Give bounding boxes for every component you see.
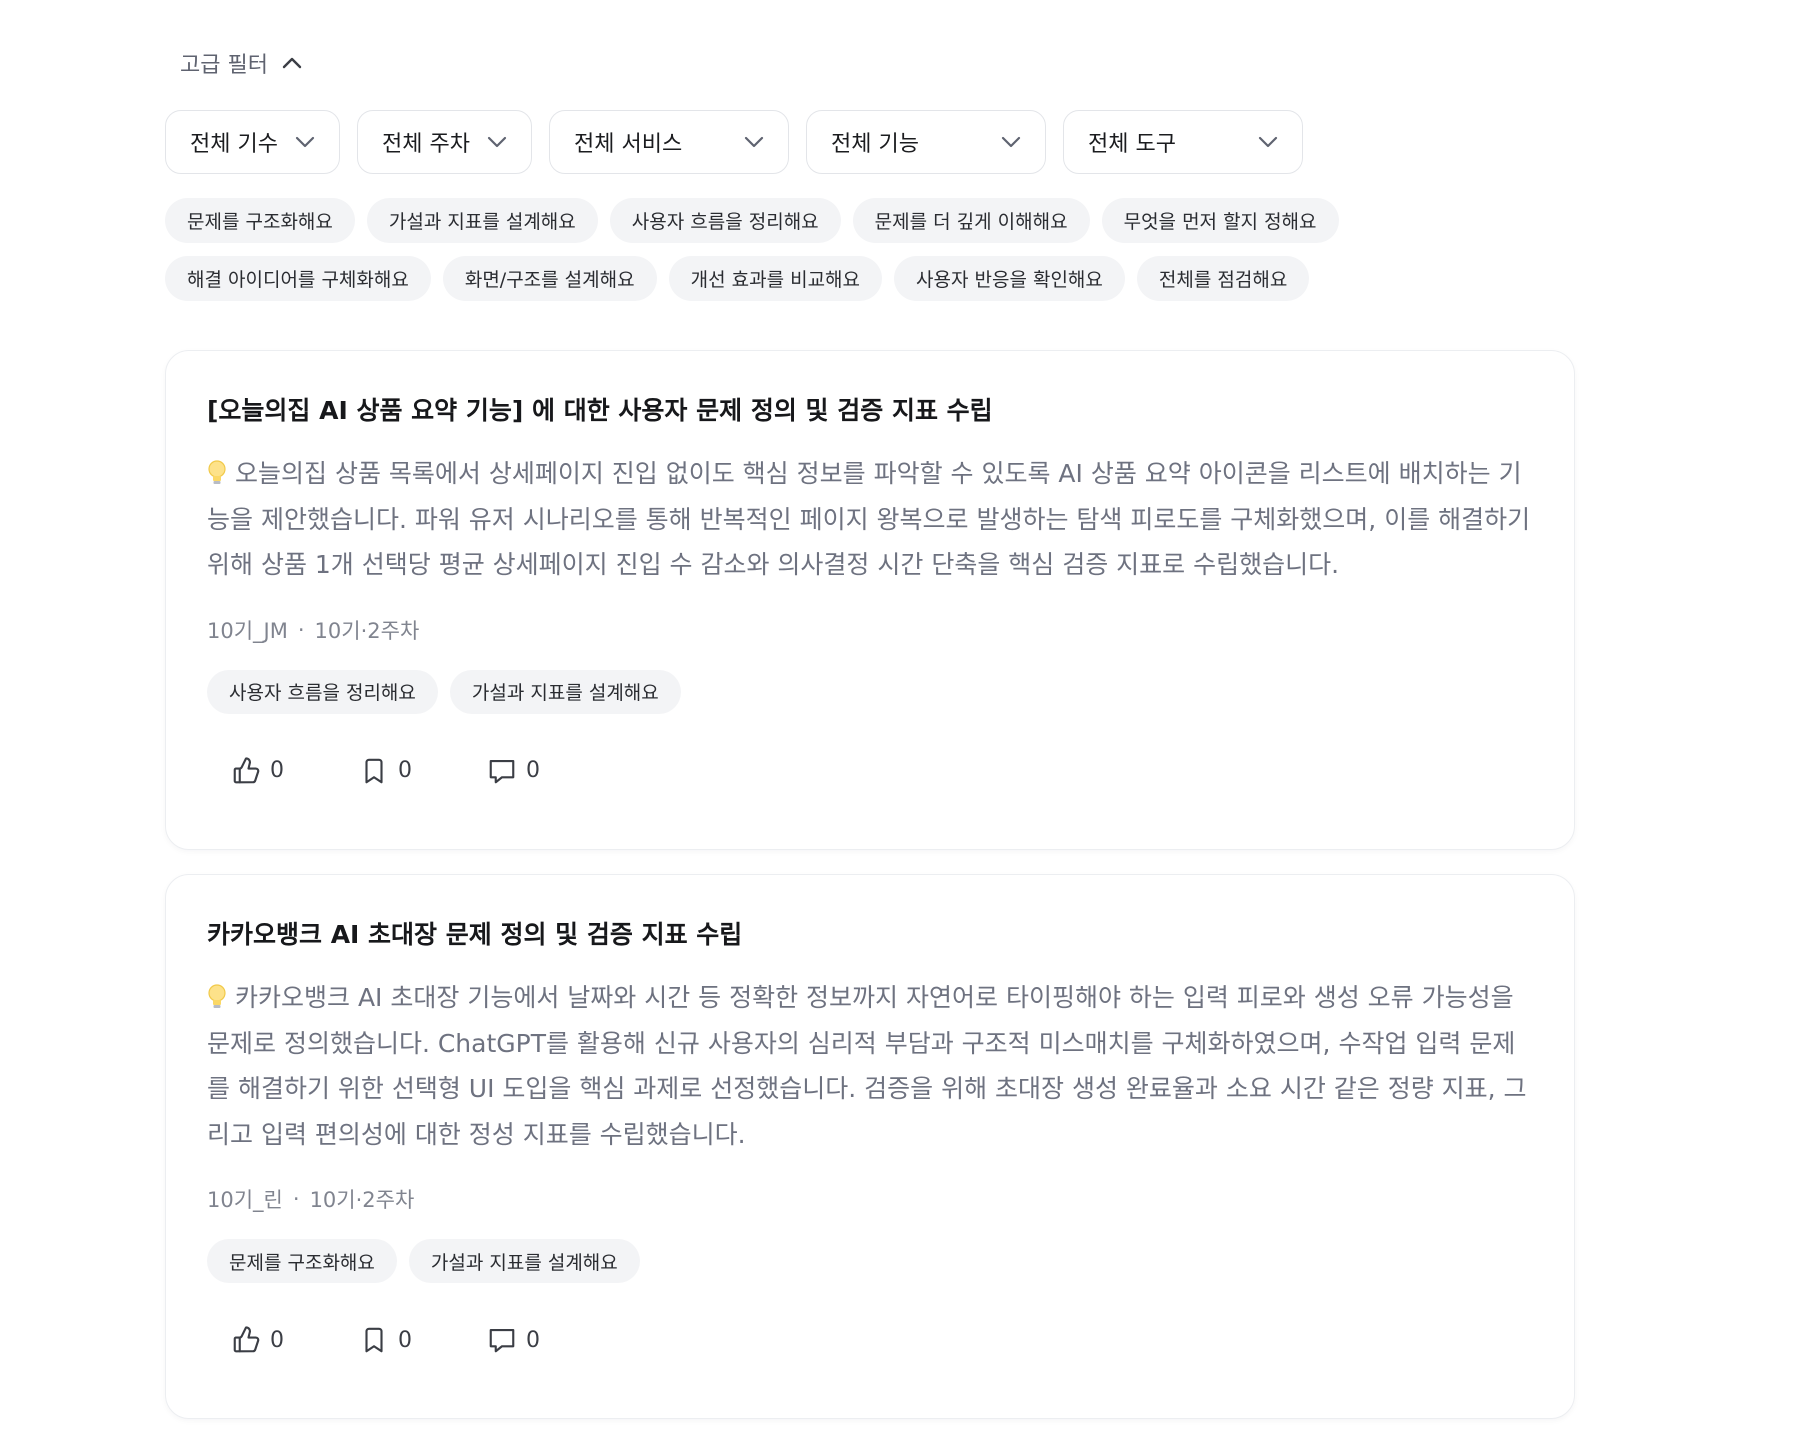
like-count: 0	[270, 758, 284, 783]
like-count: 0	[270, 1327, 284, 1353]
tag-filter-chip[interactable]: 화면/구조를 설계해요	[442, 256, 657, 301]
chevron-down-icon	[1258, 136, 1278, 148]
tag-filter-chips: 문제를 구조화해요 가설과 지표를 설계해요 사용자 흐름을 정리해요 문제를 …	[165, 198, 1575, 301]
comment-count: 0	[526, 758, 540, 783]
tag-filter-chip[interactable]: 문제를 구조화해요	[165, 198, 355, 243]
dropdown-label: 전체 도구	[1088, 132, 1176, 157]
cohort-dropdown[interactable]: 전체 기수	[165, 110, 340, 174]
bookmark-button[interactable]: 0	[335, 756, 463, 786]
feature-dropdown[interactable]: 전체 기능	[806, 110, 1046, 174]
advanced-filter-label: 고급 필터	[180, 53, 268, 78]
dropdown-label: 전체 주차	[382, 132, 470, 157]
filter-section: 고급 필터 전체 기수 전체 주차 전체 서비스 전체 기능 전체 도구 문제를…	[165, 44, 1575, 314]
tag-filter-row: 문제를 구조화해요 가설과 지표를 설계해요 사용자 흐름을 정리해요 문제를 …	[165, 198, 1575, 243]
chevron-down-icon	[487, 136, 507, 148]
post-tag[interactable]: 가설과 지표를 설계해요	[408, 1239, 640, 1283]
post-tags: 사용자 흐름을 정리해요 가설과 지표를 설계해요	[207, 669, 1533, 714]
comment-button[interactable]: 0	[463, 756, 591, 786]
chevron-down-icon	[1001, 136, 1021, 148]
like-button[interactable]: 0	[207, 1325, 335, 1355]
chevron-up-icon	[282, 57, 302, 69]
post-week: 10기·2주차	[314, 618, 420, 643]
dropdown-label: 전체 서비스	[574, 132, 683, 157]
lightbulb-icon	[208, 460, 226, 484]
dropdown-label: 전체 기수	[190, 132, 278, 157]
chevron-down-icon	[295, 136, 315, 148]
bookmark-count: 0	[398, 1327, 412, 1353]
post-meta: 10기_JM · 10기·2주차	[207, 612, 1533, 648]
post-summary: 카카오뱅크 AI 초대장 기능에서 날짜와 시간 등 정확한 정보까지 자연어로…	[207, 975, 1533, 1157]
page: 고급 필터 전체 기수 전체 주차 전체 서비스 전체 기능 전체 도구 문제를…	[0, 0, 1796, 1430]
meta-separator: ·	[297, 617, 305, 642]
bookmark-icon	[365, 1327, 383, 1353]
post-title[interactable]: 카카오뱅크 AI 초대장 문제 정의 및 검증 지표 수립	[207, 915, 1533, 955]
dropdown-label: 전체 기능	[831, 132, 919, 157]
tag-filter-chip[interactable]: 사용자 흐름을 정리해요	[609, 198, 841, 243]
post-author: 10기_린	[207, 1188, 283, 1212]
post-author: 10기_JM	[207, 618, 288, 643]
post-week: 10기·2주차	[309, 1188, 415, 1212]
lightbulb-icon	[208, 984, 226, 1008]
post-summary: 오늘의집 상품 목록에서 상세페이지 진입 없이도 핵심 정보를 파악할 수 있…	[207, 451, 1533, 588]
post-summary-text: 오늘의집 상품 목록에서 상세페이지 진입 없이도 핵심 정보를 파악할 수 있…	[207, 459, 1531, 579]
meta-separator: ·	[292, 1187, 300, 1211]
tag-filter-chip[interactable]: 가설과 지표를 설계해요	[366, 198, 598, 243]
comment-button[interactable]: 0	[463, 1325, 591, 1355]
chevron-down-icon	[744, 136, 764, 148]
post-tag[interactable]: 문제를 구조화해요	[207, 1239, 397, 1283]
tag-filter-chip[interactable]: 개선 효과를 비교해요	[668, 256, 883, 301]
post-tag[interactable]: 사용자 흐름을 정리해요	[207, 669, 438, 714]
tag-filter-chip[interactable]: 무엇을 먼저 할지 정해요	[1101, 198, 1339, 243]
tag-filter-chip[interactable]: 문제를 더 깊게 이해해요	[852, 198, 1090, 243]
bookmark-icon	[365, 758, 383, 783]
advanced-filter-toggle[interactable]: 고급 필터	[165, 44, 302, 82]
bookmark-count: 0	[398, 758, 412, 783]
post-tag[interactable]: 가설과 지표를 설계해요	[449, 669, 681, 714]
tag-filter-chip[interactable]: 전체를 점검해요	[1136, 256, 1310, 301]
week-dropdown[interactable]: 전체 주차	[357, 110, 532, 174]
post-summary-text: 카카오뱅크 AI 초대장 기능에서 날짜와 시간 등 정확한 정보까지 자연어로…	[207, 983, 1527, 1149]
service-dropdown[interactable]: 전체 서비스	[549, 110, 789, 174]
thumbs-up-icon	[233, 756, 260, 783]
bookmark-button[interactable]: 0	[335, 1325, 463, 1355]
comment-icon	[489, 1328, 515, 1353]
post-actions: 0 0 0	[207, 748, 1533, 794]
dropdown-filters: 전체 기수 전체 주차 전체 서비스 전체 기능 전체 도구	[165, 110, 1575, 174]
tag-filter-chip[interactable]: 사용자 반응을 확인해요	[894, 256, 1125, 301]
tag-filter-chip[interactable]: 해결 아이디어를 구체화해요	[165, 256, 431, 301]
tool-dropdown[interactable]: 전체 도구	[1063, 110, 1303, 174]
comment-icon	[489, 759, 515, 783]
post-actions: 0 0 0	[207, 1317, 1533, 1363]
like-button[interactable]: 0	[207, 756, 335, 786]
post-card[interactable]: [오늘의집 AI 상품 요약 기능] 에 대한 사용자 문제 정의 및 검증 지…	[165, 350, 1575, 850]
post-card[interactable]: 카카오뱅크 AI 초대장 문제 정의 및 검증 지표 수립 카카오뱅크 AI 초…	[165, 874, 1575, 1419]
post-meta: 10기_린 · 10기·2주차	[207, 1181, 1533, 1217]
tag-filter-row: 해결 아이디어를 구체화해요 화면/구조를 설계해요 개선 효과를 비교해요 사…	[165, 256, 1575, 301]
post-tags: 문제를 구조화해요 가설과 지표를 설계해요	[207, 1239, 1533, 1283]
post-title[interactable]: [오늘의집 AI 상품 요약 기능] 에 대한 사용자 문제 정의 및 검증 지…	[207, 391, 1533, 431]
thumbs-up-icon	[233, 1326, 260, 1353]
comment-count: 0	[526, 1327, 540, 1353]
